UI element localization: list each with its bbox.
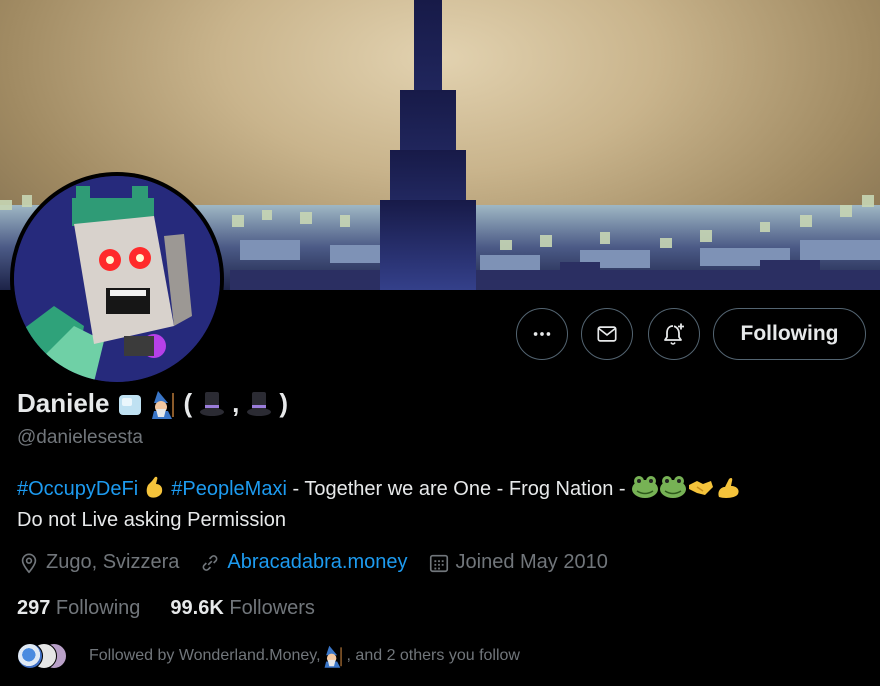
followed-by-text: Followed by Wonderland.Money, [89,647,321,664]
more-icon [533,332,551,336]
flexed-biceps-emoji-icon [718,477,739,498]
website-link[interactable]: Abracadabra.money [227,551,407,574]
website-item[interactable]: Abracadabra.money [199,551,408,574]
location-text: Zugo, Svizzera [46,551,180,573]
joined-text: Joined May 2010 [455,551,608,573]
notifications-button[interactable] [648,308,700,360]
display-name: Daniele [17,388,110,418]
location-item: Zugo, Svizzera [18,551,179,574]
location-pin-icon [21,552,37,573]
bio-text: - Together we are One - Frog Nation - [286,478,632,500]
wizard-emoji-icon [324,645,342,668]
envelope-icon [597,326,617,342]
hashtag-peoplemaxi[interactable]: #PeopleMaxi [171,478,287,500]
ice-cube-emoji-icon [118,394,141,415]
bio-line-1: #OccupyDeFi #PeopleMaxi - Together we ar… [17,474,867,505]
frog-emoji-icon [632,476,659,498]
follower-avatar [17,643,43,669]
following-count-link[interactable]: 297 Following [17,597,140,620]
more-options-button[interactable] [516,308,568,360]
name-paren-close: ) [279,388,289,418]
follower-avatars [17,643,73,669]
avatar-image [14,176,220,382]
handshake-emoji-icon [689,481,714,495]
wizard-emoji-icon [151,390,174,419]
message-button[interactable] [581,308,633,360]
profile-avatar[interactable] [10,172,224,386]
joined-item: Joined May 2010 [428,551,608,574]
name-comma: , [232,388,240,418]
name-paren-open: ( [183,388,193,418]
following-button[interactable]: Following [713,308,866,360]
following-count: 297 [17,597,51,619]
bell-plus-icon [664,323,684,345]
followers-count-link[interactable]: 99.6K Followers [170,597,315,620]
follow-stats: 297 Following 99.6K Followers [17,597,345,620]
frog-emoji-icon [660,476,687,498]
profile-bio: #OccupyDeFi #PeopleMaxi - Together we ar… [17,474,867,536]
followed-by-others-text: , and 2 others you follow [346,647,520,664]
link-icon [202,554,218,571]
profile-meta: Zugo, Svizzera Abracadabra.money Joined … [18,551,628,574]
followers-count: 99.6K [170,597,224,619]
display-name-row: Daniele ( , ) [17,388,288,419]
followed-by-row[interactable]: Followed by Wonderland.Money, , and 2 ot… [17,643,520,669]
bio-line-2: Do not Live asking Permission [17,509,287,531]
followers-label: Followers [223,597,315,619]
top-hat-emoji-icon [247,391,272,416]
calendar-icon [429,554,448,572]
ok-hand-emoji-icon [146,476,162,498]
following-label: Following [50,597,141,619]
top-hat-emoji-icon [200,391,225,416]
hashtag-occupydefi[interactable]: #OccupyDeFi [17,478,138,500]
username-handle: @danielesesta [17,427,143,448]
